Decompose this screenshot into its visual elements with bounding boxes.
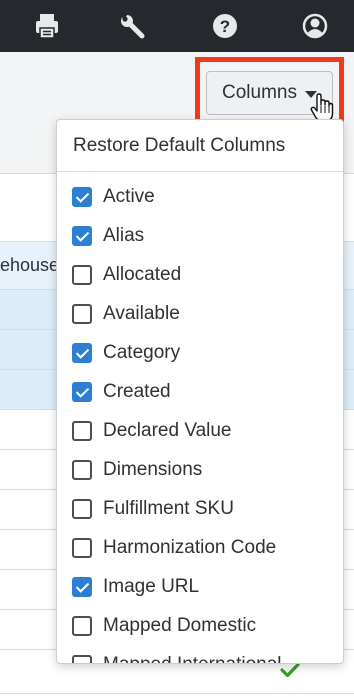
printer-icon[interactable] [31,10,63,42]
checkbox-unchecked[interactable] [72,498,92,519]
column-option-label: Image URL [103,575,200,597]
column-option-item[interactable]: Mapped International [57,645,343,664]
column-option-label: Category [103,341,181,363]
checkbox-checked[interactable] [72,576,92,597]
column-option-label: Available [103,302,180,324]
column-option-item[interactable]: Available [57,294,343,333]
column-option-label: Mapped International [103,653,282,664]
user-icon[interactable] [299,10,331,42]
column-option-label: Alias [103,224,145,246]
checkbox-checked[interactable] [72,225,92,246]
column-option-label: Allocated [103,263,182,285]
column-option-label: Declared Value [103,419,232,441]
column-option-label: Active [103,185,155,207]
wrench-icon[interactable] [116,10,148,42]
column-option-item[interactable]: Fulfillment SKU [57,489,343,528]
checkmark-icon [280,662,300,683]
column-option-label: Fulfillment SKU [103,497,234,519]
checkbox-unchecked[interactable] [72,537,92,558]
column-option-item[interactable]: Harmonization Code [57,528,343,567]
column-option-label: Created [103,380,171,402]
checkbox-unchecked[interactable] [72,264,92,285]
column-option-label: Dimensions [103,458,203,480]
column-option-item[interactable]: Dimensions [57,450,343,489]
column-header[interactable]: ehouse [0,255,59,276]
checkbox-unchecked[interactable] [72,303,92,324]
checkbox-unchecked[interactable] [72,615,92,636]
checkbox-unchecked[interactable] [72,459,92,480]
checkbox-unchecked[interactable] [72,420,92,441]
column-option-item[interactable]: Declared Value [57,411,343,450]
svg-text:?: ? [220,17,230,36]
column-option-item[interactable]: Image URL [57,567,343,606]
checkbox-checked[interactable] [72,381,92,402]
column-option-item[interactable]: Created [57,372,343,411]
checkbox-unchecked[interactable] [72,654,92,663]
column-option-item[interactable]: Allocated [57,255,343,294]
column-option-item[interactable]: Alias [57,216,343,255]
restore-default-columns-label: Restore Default Columns [73,134,286,156]
column-option-label: Mapped Domestic [103,614,257,636]
top-nav-bar: ? [0,0,354,52]
column-option-item[interactable]: Active [57,177,343,216]
columns-dropdown-menu: Restore Default Columns Active Alias Alloc… [56,119,344,664]
restore-default-columns-item[interactable]: Restore Default Columns [57,120,343,172]
column-options-list: Active Alias Allocated Available Category Cre… [57,177,343,664]
column-option-item[interactable]: Mapped Domestic [57,606,343,645]
column-option-label: Harmonization Code [103,536,277,558]
checkbox-checked[interactable] [72,186,92,207]
checkbox-checked[interactable] [72,342,92,363]
help-icon[interactable]: ? [209,10,241,42]
column-option-item[interactable]: Category [57,333,343,372]
